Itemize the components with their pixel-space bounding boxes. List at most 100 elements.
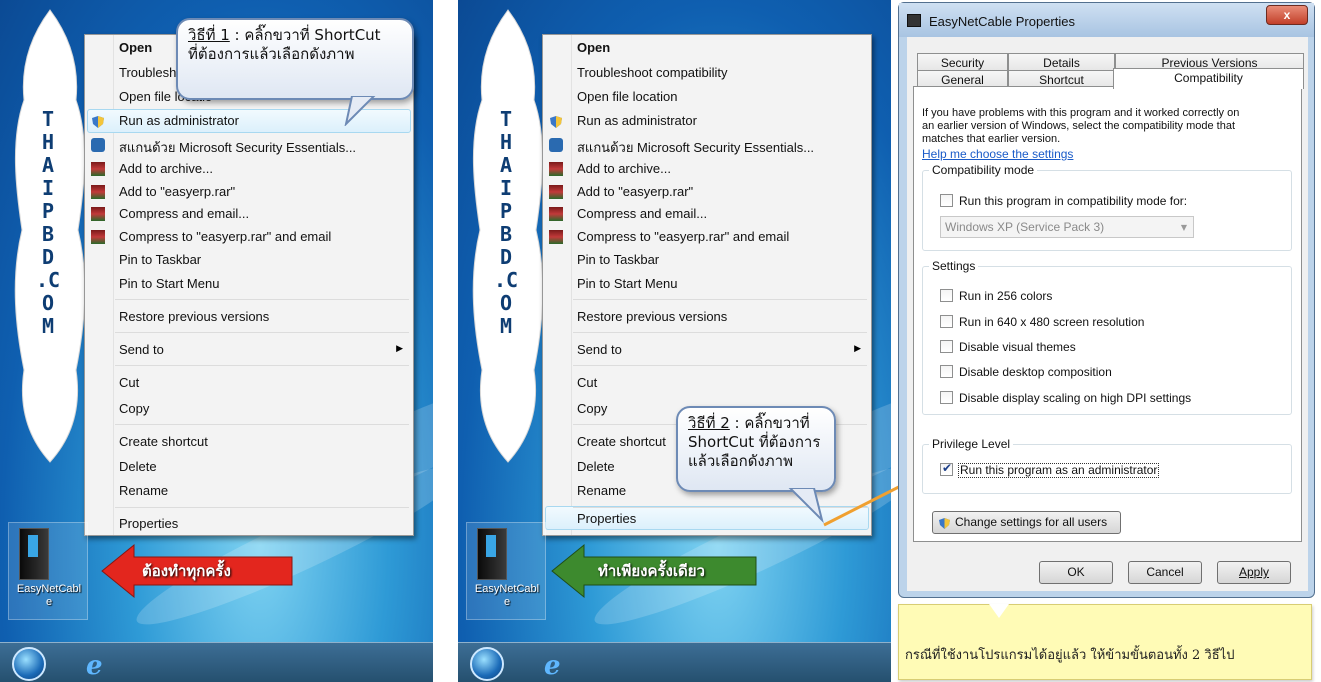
menu-item-pin-start[interactable]: Pin to Start Menu [577,276,677,291]
help-link[interactable]: Help me choose the settings [922,148,1073,161]
run-as-admin-checkbox[interactable] [940,461,953,476]
chevron-down-icon: ▼ [1180,223,1187,232]
settings-label: Settings [929,259,979,273]
menu-item-rename[interactable]: Rename [119,483,168,498]
desktop-panel-2: T H A I P B D .C O M Open Troubleshoot compatibil… [458,0,891,682]
desktop-panel-1: T H A I P B D .C O M Open Troublesho Open file lo… [0,0,433,682]
label-640x480: Run in 640 x 480 screen resolution [959,315,1145,329]
menu-item-send-to[interactable]: Send to [119,342,164,357]
checkbox-256-colors[interactable] [940,289,953,302]
compat-checkbox-label: Run this program in compatibility mode f… [959,194,1188,208]
checkbox-dpi-scaling[interactable] [940,391,953,404]
menu-item-restore[interactable]: Restore previous versions [577,309,727,324]
menu-item-add-archive[interactable]: Add to archive... [119,161,213,176]
winrar-icon [91,230,105,244]
menu-item-run-as-admin[interactable]: Run as administrator [119,113,239,128]
menu-item-scan[interactable]: สแกนด้วย Microsoft Security Essentials..… [577,137,814,158]
menu-item-troubleshoot[interactable]: Troublesho [119,65,184,80]
menu-item-add-rar[interactable]: Add to "easyerp.rar" [119,184,235,199]
mse-icon [91,138,105,152]
settings-group: Settings Run in 256 colors Run in 640 x … [922,259,1292,415]
checkbox-visual-themes[interactable] [940,340,953,353]
winrar-icon [91,185,105,199]
easynetcable-icon [477,528,507,580]
menu-item-properties[interactable]: Properties [577,511,636,526]
callout-step-2: วิธีที่ 2 : คลิ๊กขวาที่ ShortCut ที่ต้อง… [676,406,836,492]
banner-letters: T H A I P B D .C O M [35,107,61,338]
menu-item-open[interactable]: Open [119,40,152,55]
privilege-group: Privilege Level Run this program as an a… [922,437,1292,494]
ie-icon[interactable]: e [544,651,561,681]
menu-item-pin-taskbar[interactable]: Pin to Taskbar [119,252,201,267]
change-all-users-button[interactable]: Change settings for all users [932,511,1121,534]
app-icon [907,14,921,27]
intro-text-1: If you have problems with this program a… [922,107,1240,119]
compat-checkbox[interactable] [940,194,953,207]
winrar-icon [549,162,563,176]
start-button[interactable] [12,647,46,681]
menu-item-compress-rar-email[interactable]: Compress to "easyerp.rar" and email [577,229,789,244]
menu-item-open[interactable]: Open [577,40,610,55]
label-256-colors: Run in 256 colors [959,289,1053,303]
menu-item-compress-email[interactable]: Compress and email... [577,206,707,221]
note-text: กรณีที่ใช้งานโปรแกรมได้อยู่แล้ว ให้ข้ามข… [905,648,1235,663]
cancel-button[interactable]: Cancel [1128,561,1202,584]
menu-item-pin-taskbar[interactable]: Pin to Taskbar [577,252,659,267]
label-visual-themes: Disable visual themes [959,340,1076,354]
winrar-icon [549,207,563,221]
menu-item-create-shortcut[interactable]: Create shortcut [119,434,208,449]
shield-icon [91,114,105,128]
shield-icon [549,114,563,128]
menu-item-create-shortcut[interactable]: Create shortcut [577,434,666,449]
dialog-titlebar[interactable]: EasyNetCable Properties x [899,3,1314,37]
winrar-icon [549,230,563,244]
ie-icon[interactable]: e [86,651,103,681]
menu-item-add-archive[interactable]: Add to archive... [577,161,671,176]
winrar-icon [91,207,105,221]
menu-item-properties[interactable]: Properties [119,516,178,531]
menu-item-run-as-admin[interactable]: Run as administrator [577,113,697,128]
winrar-icon [91,162,105,176]
menu-item-cut[interactable]: Cut [577,375,597,390]
menu-item-copy[interactable]: Copy [119,401,149,416]
menu-item-delete[interactable]: Delete [119,459,157,474]
privilege-label: Privilege Level [929,437,1014,451]
dialog-client: Security Details Previous Versions Gener… [907,37,1308,591]
run-as-admin-label: Run this program as an administrator [958,463,1160,478]
easynetcable-icon [19,528,49,580]
checkbox-640x480[interactable] [940,315,953,328]
menu-item-pin-start[interactable]: Pin to Start Menu [119,276,219,291]
close-button[interactable]: x [1266,5,1308,25]
callout-tail [344,96,376,126]
desktop-shortcut-label: EasyNetCabl e [474,583,540,608]
menu-item-restore[interactable]: Restore previous versions [119,309,269,324]
menu-item-open-file-location[interactable]: Open file location [577,89,677,104]
compat-mode-label: Compatibility mode [929,163,1038,177]
menu-item-compress-email[interactable]: Compress and email... [119,206,249,221]
menu-item-rename[interactable]: Rename [577,483,626,498]
label-dpi-scaling: Disable display scaling on high DPI sett… [959,391,1192,405]
tab-compatibility[interactable]: Compatibility [1113,68,1304,89]
menu-item-copy[interactable]: Copy [577,401,607,416]
menu-item-scan[interactable]: สแกนด้วย Microsoft Security Essentials..… [119,137,356,158]
menu-item-troubleshoot[interactable]: Troubleshoot compatibility [577,65,728,80]
menu-item-add-rar[interactable]: Add to "easyerp.rar" [577,184,693,199]
apply-button[interactable]: Apply [1217,561,1291,584]
start-button[interactable] [470,647,504,681]
menu-item-compress-rar-email[interactable]: Compress to "easyerp.rar" and email [119,229,331,244]
compat-os-select[interactable]: Windows XP (Service Pack 3) ▼ [940,216,1194,238]
winrar-icon [549,185,563,199]
checkbox-desktop-composition[interactable] [940,365,953,378]
desktop-shortcut[interactable]: EasyNetCabl e [466,522,546,620]
menu-item-delete[interactable]: Delete [577,459,615,474]
dialog-title: EasyNetCable Properties [929,14,1075,29]
menu-item-send-to[interactable]: Send to [577,342,622,357]
callout-step-1: วิธีที่ 1 : คลิ๊กขวาที่ ShortCut ที่ต้อง… [176,18,414,100]
ok-button[interactable]: OK [1039,561,1113,584]
shield-icon [938,516,951,537]
menu-item-cut[interactable]: Cut [119,375,139,390]
mse-icon [549,138,563,152]
intro-text-3: matches that earlier version. [922,133,1061,145]
taskbar: e [458,642,891,682]
desktop-shortcut[interactable]: EasyNetCabl e [8,522,88,620]
